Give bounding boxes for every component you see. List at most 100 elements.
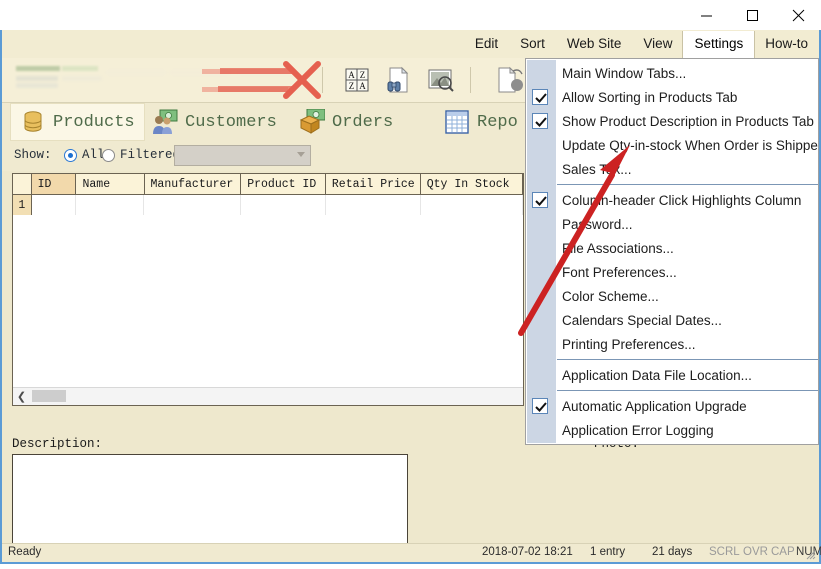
tab-products[interactable]: Products — [10, 103, 145, 141]
tab-reports[interactable]: Repo — [434, 103, 528, 141]
cell-product-id[interactable] — [241, 195, 326, 215]
row-header-1[interactable]: 1 — [13, 195, 32, 215]
grid-header-row: ID Name Manufacturer Product ID Retail P… — [13, 174, 523, 195]
show-label: Show: — [14, 148, 52, 162]
menu-item-label: Column-header Click Highlights Column — [562, 192, 802, 208]
menu-item-show-product-description[interactable]: Show Product Description in Products Tab — [526, 109, 818, 133]
maximize-button[interactable] — [729, 0, 775, 30]
grid-corner-cell[interactable] — [13, 174, 32, 194]
cell-qty-in-stock[interactable] — [420, 195, 523, 215]
menu-settings[interactable]: Settings — [683, 30, 755, 58]
find-in-page-icon[interactable] — [384, 65, 414, 95]
tab-orders[interactable]: Orders — [289, 103, 403, 141]
database-icon — [20, 109, 46, 135]
minimize-button[interactable] — [683, 0, 729, 30]
close-button[interactable] — [775, 0, 821, 30]
menu-web-site[interactable]: Web Site — [556, 31, 633, 58]
column-header-id[interactable]: ID — [31, 174, 77, 194]
column-header-qty-in-stock[interactable]: Qty In Stock — [421, 174, 523, 194]
menu-item-calendars-special-dates[interactable]: Calendars Special Dates... — [526, 308, 818, 332]
toolbar-separator-2 — [470, 67, 471, 93]
checkbox-checked-icon[interactable] — [532, 398, 548, 414]
menu-item-application-data-file-location[interactable]: Application Data File Location... — [526, 363, 818, 387]
table-row[interactable]: 1 — [13, 195, 523, 216]
menu-edit[interactable]: Edit — [464, 31, 509, 58]
menu-item-password[interactable]: Password... — [526, 212, 818, 236]
checkbox-checked-icon[interactable] — [532, 192, 548, 208]
menu-item-automatic-application-upgrade[interactable]: Automatic Application Upgrade — [526, 394, 818, 418]
menu-separator-2 — [557, 359, 818, 360]
cell-id[interactable] — [31, 195, 77, 215]
menu-item-label: Allow Sorting in Products Tab — [562, 89, 738, 105]
sort-az-icon[interactable]: A Z Z A — [342, 65, 372, 95]
grid-empty-area — [13, 215, 523, 388]
column-header-name[interactable]: Name — [76, 174, 145, 194]
checkbox-checked-icon[interactable] — [532, 113, 548, 129]
menu-item-main-window-tabs[interactable]: Main Window Tabs... — [526, 61, 818, 85]
menu-item-label: Printing Preferences... — [562, 336, 696, 352]
column-header-manufacturer[interactable]: Manufacturer — [145, 174, 242, 194]
menu-item-printing-preferences[interactable]: Printing Preferences... — [526, 332, 818, 356]
tab-customers-label: Customers — [185, 112, 277, 132]
menu-item-label: File Associations... — [562, 240, 674, 256]
radio-filtered[interactable] — [102, 149, 115, 162]
status-days: 21 days — [652, 546, 693, 558]
menu-item-label: Application Error Logging — [562, 422, 714, 438]
resize-grip-icon[interactable] — [804, 548, 816, 560]
menu-item-label: Calendars Special Dates... — [562, 312, 722, 328]
description-label: Description: — [12, 437, 103, 451]
status-entries: 1 entry — [590, 546, 626, 558]
menu-item-label: Color Scheme... — [562, 288, 659, 304]
tab-customers[interactable]: Customers — [142, 103, 287, 141]
column-header-retail-price[interactable]: Retail Price — [326, 174, 421, 194]
tab-reports-label: Repo — [477, 112, 518, 132]
status-ovr: OVR — [743, 546, 768, 558]
settings-dropdown-menu: Main Window Tabs... Allow Sorting in Pro… — [525, 58, 819, 445]
maximize-icon — [746, 9, 759, 22]
menu-separator-3 — [557, 390, 818, 391]
menu-item-application-error-logging[interactable]: Application Error Logging — [526, 418, 818, 442]
column-header-product-id[interactable]: Product ID — [241, 174, 326, 194]
menu-item-column-header-click-highlights[interactable]: Column-header Click Highlights Column — [526, 188, 818, 212]
menu-item-font-preferences[interactable]: Font Preferences... — [526, 260, 818, 284]
filter-dropdown[interactable] — [174, 145, 311, 166]
menu-item-label: Show Product Description in Products Tab — [562, 113, 814, 129]
cell-name[interactable] — [76, 195, 145, 215]
menu-item-label: Font Preferences... — [562, 264, 677, 280]
checkbox-checked-icon[interactable] — [532, 89, 548, 105]
radio-all[interactable] — [64, 149, 77, 162]
description-input[interactable] — [12, 454, 408, 544]
customers-icon — [152, 109, 178, 135]
report-grid-icon — [444, 109, 470, 135]
status-bar: Ready 2018-07-02 18:21 1 entry 21 days S… — [2, 543, 821, 562]
menu-item-color-scheme[interactable]: Color Scheme... — [526, 284, 818, 308]
menu-item-update-qty-in-stock[interactable]: Update Qty-in-stock When Order is Shippe… — [526, 133, 818, 157]
menu-item-file-associations[interactable]: File Associations... — [526, 236, 818, 260]
cell-manufacturer[interactable] — [144, 195, 242, 215]
menu-item-label: Sales Tax... — [562, 161, 632, 177]
menu-item-label: Password... — [562, 216, 633, 232]
menu-item-label: Automatic Application Upgrade — [562, 398, 747, 414]
scroll-left-arrow-icon[interactable]: ❮ — [13, 388, 30, 404]
menu-item-sales-tax[interactable]: Sales Tax... — [526, 157, 818, 181]
new-document-icon[interactable] — [494, 65, 524, 95]
menu-how-to[interactable]: How-to — [754, 31, 819, 58]
radio-filtered-label: Filtered — [120, 148, 181, 162]
image-preview-icon[interactable] — [426, 65, 456, 95]
menu-view[interactable]: View — [632, 31, 683, 58]
grid-horizontal-scrollbar[interactable]: ❮ — [13, 387, 523, 405]
tab-orders-label: Orders — [332, 112, 394, 132]
svg-text:Z: Z — [360, 70, 366, 80]
application-window: Edit Sort Web Site View Settings How-to — [0, 0, 821, 564]
menu-separator-1 — [557, 184, 818, 185]
scrollbar-thumb[interactable] — [32, 390, 66, 402]
svg-text:A: A — [348, 70, 355, 80]
menu-item-allow-sorting-products-tab[interactable]: Allow Sorting in Products Tab — [526, 85, 818, 109]
window-controls — [683, 0, 821, 30]
products-grid: ID Name Manufacturer Product ID Retail P… — [12, 173, 524, 406]
menu-sort[interactable]: Sort — [509, 31, 556, 58]
package-money-icon — [299, 108, 326, 135]
menu-bar: Edit Sort Web Site View Settings How-to — [2, 30, 819, 58]
cell-retail-price[interactable] — [325, 195, 421, 215]
tab-products-label: Products — [53, 112, 135, 132]
